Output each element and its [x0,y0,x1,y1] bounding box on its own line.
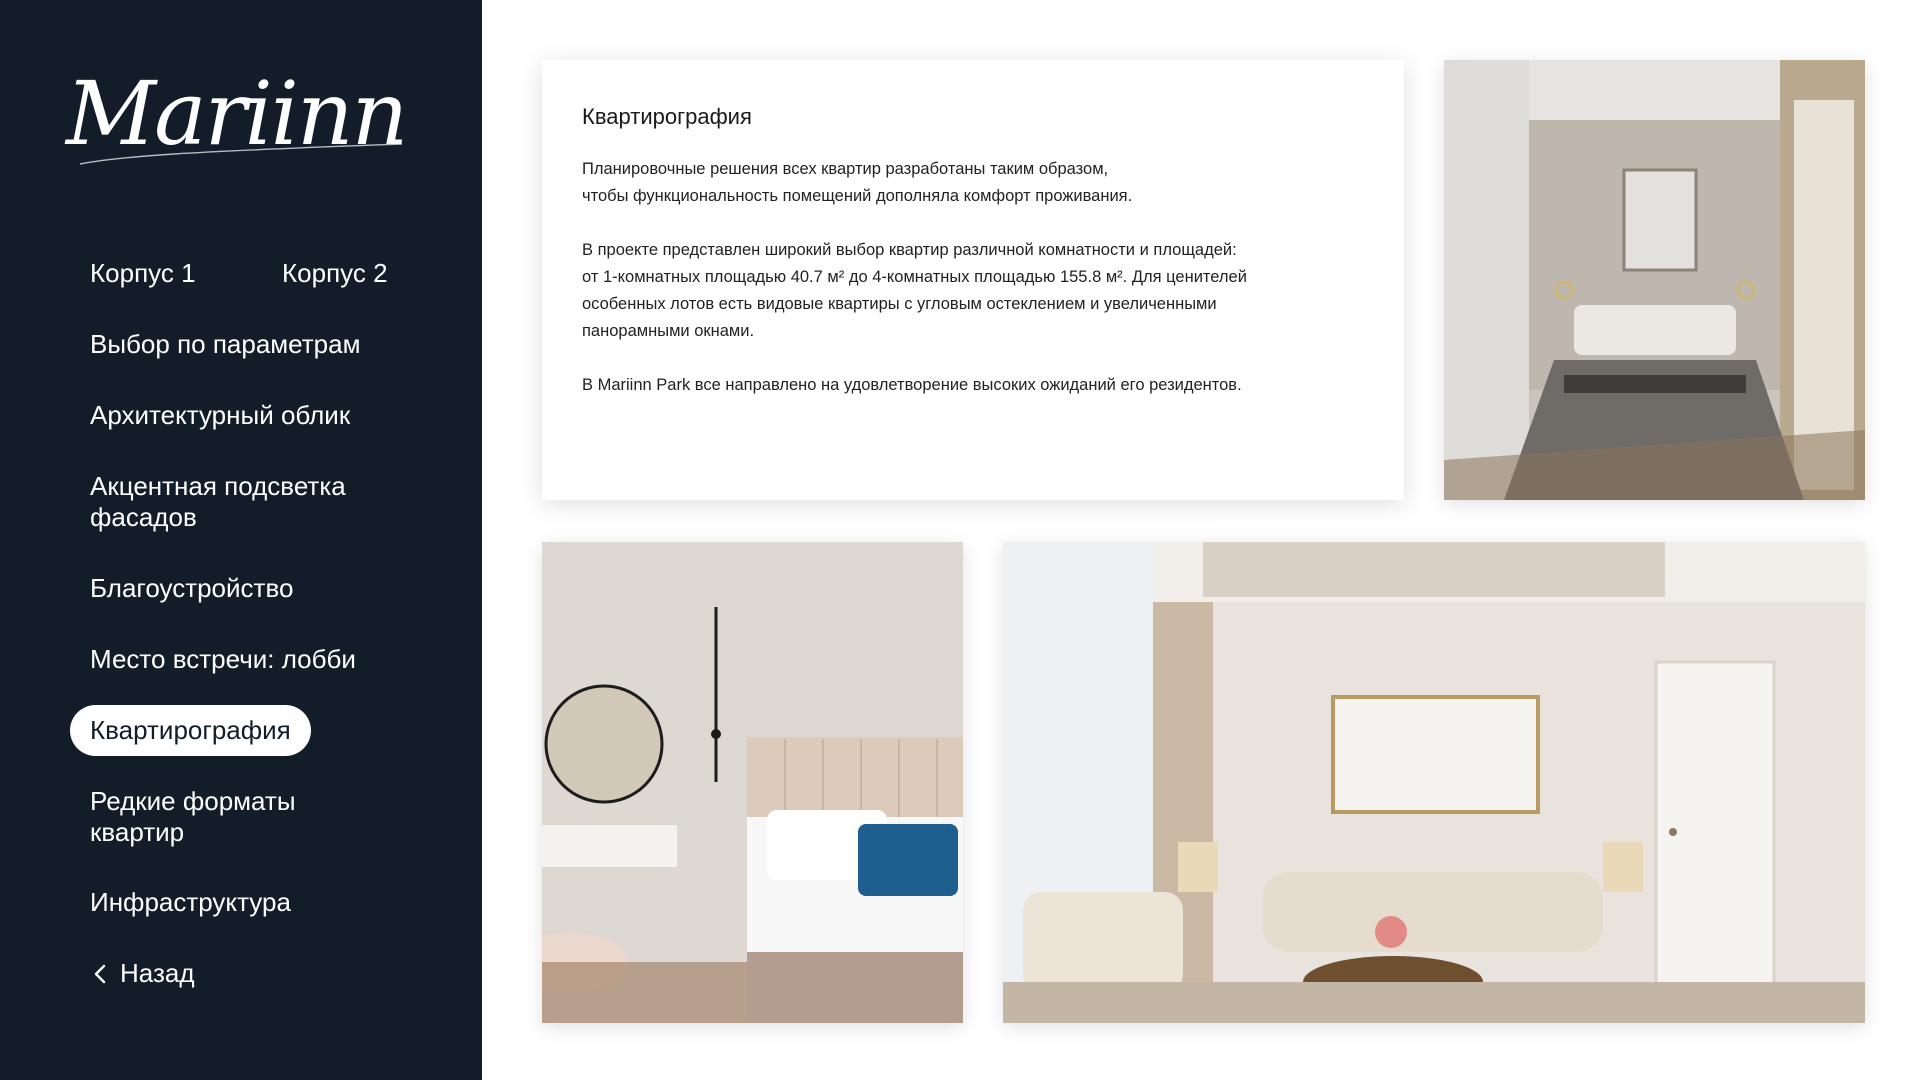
back-label: Назад [120,958,195,988]
sidebar: Mariinn Park Корпус 1 Корпус 2 Выбор по … [0,0,629,1080]
nav-korpus-1[interactable]: Корпус 1 [90,258,196,289]
apartments-info-card: Квартирография Планировочные решения все… [542,60,1404,500]
photo-bedroom-grey [1444,60,1865,500]
nav-item-lobby[interactable]: Место встречи: лобби [90,644,356,675]
card-title: Квартирография [582,104,752,129]
nav-item-parameters[interactable]: Выбор по параметрам [90,329,360,360]
nav-item-apartments-active[interactable]: Квартирография [70,705,311,756]
back-button[interactable]: Назад [90,958,195,989]
brand-logo-text: Mariinn Park [64,62,422,165]
nav-item-landscaping[interactable]: Благоустройство [90,573,293,604]
nav-item-infrastructure[interactable]: Инфраструктура [90,887,291,918]
photo-bedroom-mirror [542,542,963,1023]
nav-korpus-2[interactable]: Корпус 2 [282,258,388,289]
card-paragraph-2: В проекте представлен широкий выбор квар… [582,241,1247,340]
chevron-left-icon [94,964,106,983]
card-paragraph-3: В Mariinn Park все направлено на удовлет… [582,376,1242,394]
nav-item-rare-formats[interactable]: Редкие форматы квартир [90,786,350,848]
card-paragraph-1: Планировочные решения всех квартир разра… [582,160,1133,205]
nav-item-facade-lighting[interactable]: Акцентная подсветка фасадов [90,471,380,533]
brand-logo[interactable]: Mariinn Park [62,48,629,178]
photo-living-room [1003,542,1865,1023]
nav-item-architecture[interactable]: Архитектурный облик [90,400,350,431]
